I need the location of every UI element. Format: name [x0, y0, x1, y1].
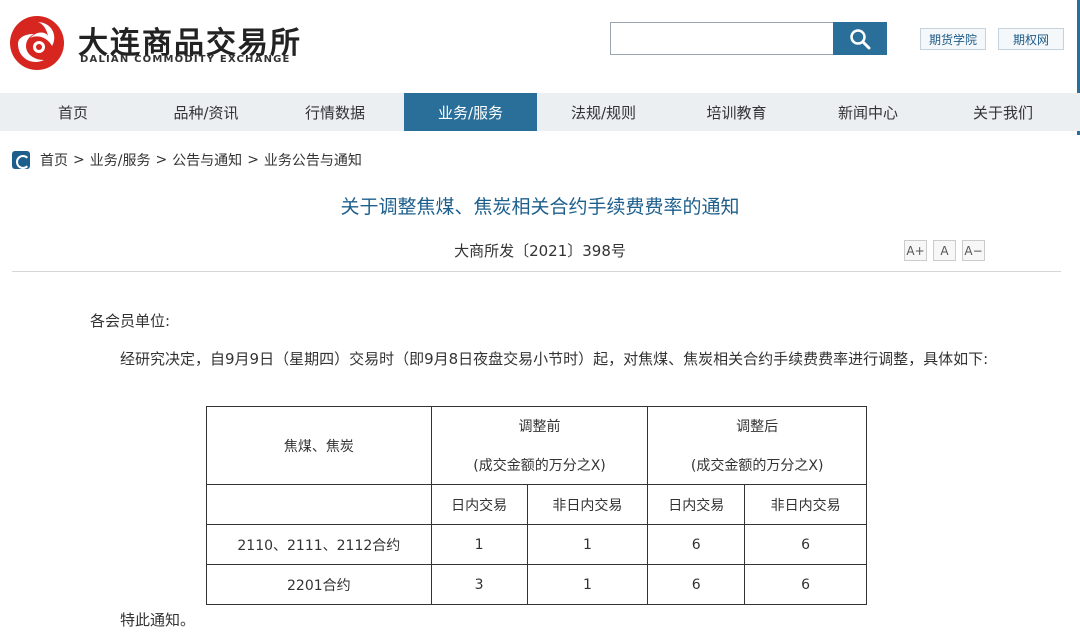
breadcrumb-home[interactable]: 首页	[40, 150, 68, 170]
site-header: 大连商品交易所 DALIAN COMMODITY EXCHANGE 期货学院 期…	[0, 0, 1080, 135]
row-after-non-intraday: 6	[744, 524, 867, 565]
font-increase-button[interactable]: A+	[904, 240, 927, 261]
col-after-intraday: 日内交易	[647, 484, 746, 525]
table-row: 2201合约 3 1 6 6	[206, 564, 867, 605]
font-size-controls: A+ A A−	[904, 240, 985, 261]
table-corner: 焦煤、焦炭	[206, 406, 432, 485]
futures-academy-link[interactable]: 期货学院	[920, 28, 986, 50]
row-before-non-intraday: 1	[526, 564, 649, 605]
nav-item-market-data[interactable]: 行情数据	[266, 93, 404, 131]
font-reset-button[interactable]: A	[933, 240, 956, 261]
breadcrumb: 首页 > 业务/服务 > 公告与通知 > 业务公告与通知	[12, 149, 362, 171]
title-divider	[12, 271, 1061, 272]
col-after-non-intraday: 非日内交易	[744, 484, 867, 525]
article-paragraph: 经研究决定，自9月9日（星期四）交易时（即9月8日夜盘交易小节时）起，对焦煤、焦…	[120, 350, 989, 368]
table-cell-empty	[206, 484, 432, 525]
row-before-intraday: 1	[430, 524, 528, 565]
header-after: 调整后	[647, 406, 867, 446]
article-greeting: 各会员单位:	[90, 312, 171, 330]
brand-name-en: DALIAN COMMODITY EXCHANGE	[80, 54, 291, 65]
breadcrumb-separator: >	[155, 152, 168, 168]
row-after-intraday: 6	[647, 524, 746, 565]
row-before-intraday: 3	[430, 564, 528, 605]
table-row: 2110、2111、2112合约 1 1 6 6	[206, 524, 867, 565]
nav-item-rules[interactable]: 法规/规则	[537, 93, 670, 131]
row-contract: 2110、2111、2112合约	[206, 524, 432, 565]
search-icon	[850, 28, 871, 49]
breadcrumb-announcements[interactable]: 公告与通知	[172, 150, 242, 170]
nav-item-products[interactable]: 品种/资讯	[146, 93, 266, 131]
col-before-intraday: 日内交易	[430, 484, 528, 525]
row-after-non-intraday: 6	[744, 564, 867, 605]
row-before-non-intraday: 1	[526, 524, 649, 565]
nav-item-home[interactable]: 首页	[0, 93, 146, 131]
exchange-logo[interactable]: 大连商品交易所 DALIAN COMMODITY EXCHANGE	[8, 14, 308, 74]
main-nav: 首页 品种/资讯 行情数据 业务/服务 法规/规则 培训教育 新闻中心 关于我们	[0, 93, 1080, 131]
nav-item-about[interactable]: 关于我们	[933, 93, 1073, 131]
nav-item-news[interactable]: 新闻中心	[803, 93, 933, 131]
breadcrumb-separator: >	[247, 152, 259, 168]
col-before-non-intraday: 非日内交易	[526, 484, 649, 525]
nav-item-training[interactable]: 培训教育	[670, 93, 803, 131]
header-before-unit: (成交金额的万分之X)	[430, 445, 649, 485]
breadcrumb-business-announcements[interactable]: 业务公告与通知	[264, 150, 362, 170]
search-button[interactable]	[833, 22, 887, 55]
options-site-link[interactable]: 期权网	[998, 28, 1064, 50]
nav-item-business[interactable]: 业务/服务	[404, 93, 537, 131]
dce-swirl-logo-icon	[10, 16, 64, 70]
row-contract: 2201合约	[206, 564, 432, 605]
header-after-unit: (成交金额的万分之X)	[647, 445, 867, 485]
row-after-intraday: 6	[647, 564, 746, 605]
breadcrumb-location-icon	[12, 151, 30, 169]
font-decrease-button[interactable]: A−	[962, 240, 985, 261]
article-title: 关于调整焦煤、焦炭相关合约手续费费率的通知	[340, 196, 740, 218]
breadcrumb-separator: >	[73, 152, 85, 168]
breadcrumb-business[interactable]: 业务/服务	[90, 150, 151, 170]
header-before: 调整前	[430, 406, 649, 446]
search-input[interactable]	[610, 22, 834, 55]
fee-table: 焦煤、焦炭 调整前 调整后 (成交金额的万分之X) (成交金额的万分之X) 日内…	[206, 406, 867, 605]
article-closing: 特此通知。	[120, 611, 196, 629]
